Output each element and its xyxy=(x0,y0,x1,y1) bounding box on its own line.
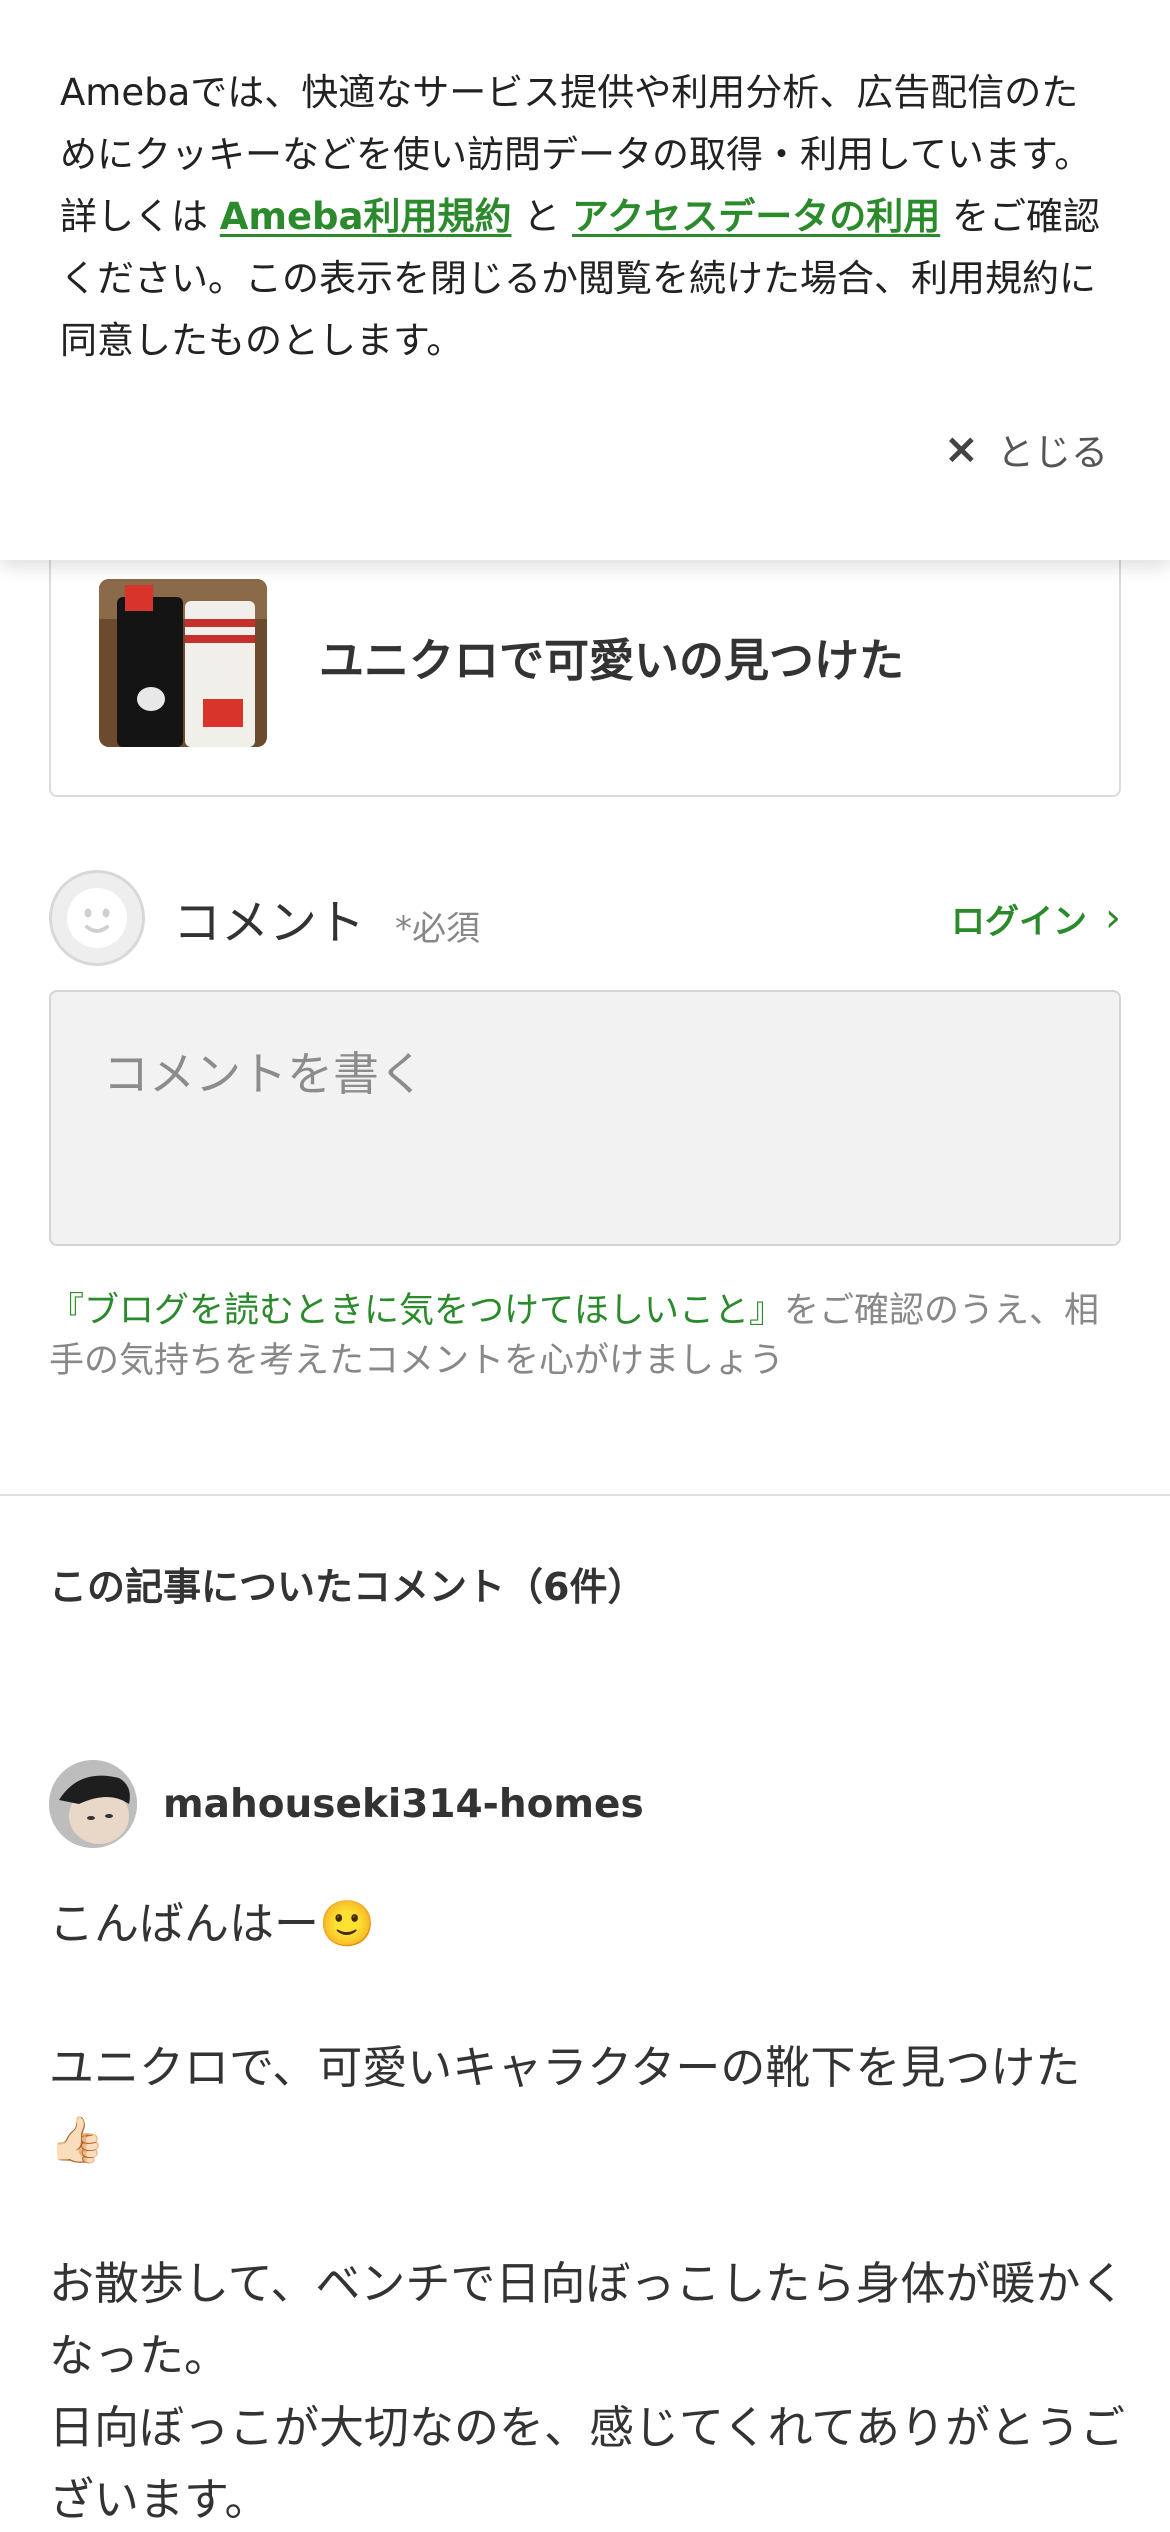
related-article-card[interactable]: ユニクロで可愛いの見つけた xyxy=(49,520,1121,797)
required-label: *必須 xyxy=(395,908,481,949)
cookie-notice-text: Amebaでは、快適なサービス提供や利用分析、広告配信のためにクッキーなどを使い… xyxy=(60,62,1112,372)
access-data-link[interactable]: アクセスデータの利用 xyxy=(572,195,940,238)
comment-author-name: mahouseki314-homes xyxy=(163,1781,644,1827)
article-thumbnail xyxy=(99,579,267,747)
comment-body: こんばんはー🙂 ユニクロで、可愛いキャラクターの靴下を見つけた👍🏻 お散歩して、… xyxy=(49,1888,1129,2532)
chevron-right-icon: › xyxy=(1105,895,1121,941)
comment-line: ユニクロで、可愛いキャラクターの靴下を見つけた👍🏻 xyxy=(49,2041,1081,2166)
comment-gap xyxy=(49,2176,1129,2248)
login-link[interactable]: ログイン › xyxy=(951,894,1121,943)
comment-gap xyxy=(49,1960,1129,2032)
login-label: ログイン xyxy=(951,901,1087,942)
cookie-close-button[interactable]: × とじる xyxy=(944,422,1108,476)
page: Amebaでは、快適なサービス提供や利用分析、広告配信のためにクッキーなどを使い… xyxy=(0,0,1170,2532)
comment-line: 日向ぼっこが大切なのを、感じてくれてありがとうございます。 xyxy=(49,2401,1125,2526)
avatar xyxy=(49,1760,137,1848)
close-label: とじる xyxy=(997,431,1108,474)
comment-label: コメント xyxy=(173,895,366,951)
section-divider xyxy=(0,1494,1170,1496)
comment-guideline: 『ブログを読むときに気をつけてほしいこと』をご確認のうえ、相手の気持ちを考えたコ… xyxy=(49,1286,1129,1386)
cookie-text-middle: と xyxy=(511,195,573,238)
guideline-link[interactable]: 『ブログを読むときに気をつけてほしいこと』 xyxy=(49,1291,784,1331)
comment-form-header: コメント *必須 ログイン › xyxy=(49,870,1121,966)
article-title: ユニクロで可愛いの見つけた xyxy=(319,634,905,687)
default-avatar-icon xyxy=(49,870,145,966)
close-icon: × xyxy=(943,424,979,473)
comment-line: こんばんはー🙂 xyxy=(49,1897,376,1950)
cookie-banner: Amebaでは、快適なサービス提供や利用分析、広告配信のためにクッキーなどを使い… xyxy=(0,0,1170,560)
comments-heading: この記事についたコメント（6件） xyxy=(49,1565,646,1609)
terms-link[interactable]: Ameba利用規約 xyxy=(220,195,512,238)
comment-author[interactable]: mahouseki314-homes xyxy=(49,1760,644,1848)
comment-input[interactable] xyxy=(49,990,1121,1246)
comment-line: お散歩して、ベンチで日向ぼっこしたら身体が暖かくなった。 xyxy=(49,2257,1126,2382)
